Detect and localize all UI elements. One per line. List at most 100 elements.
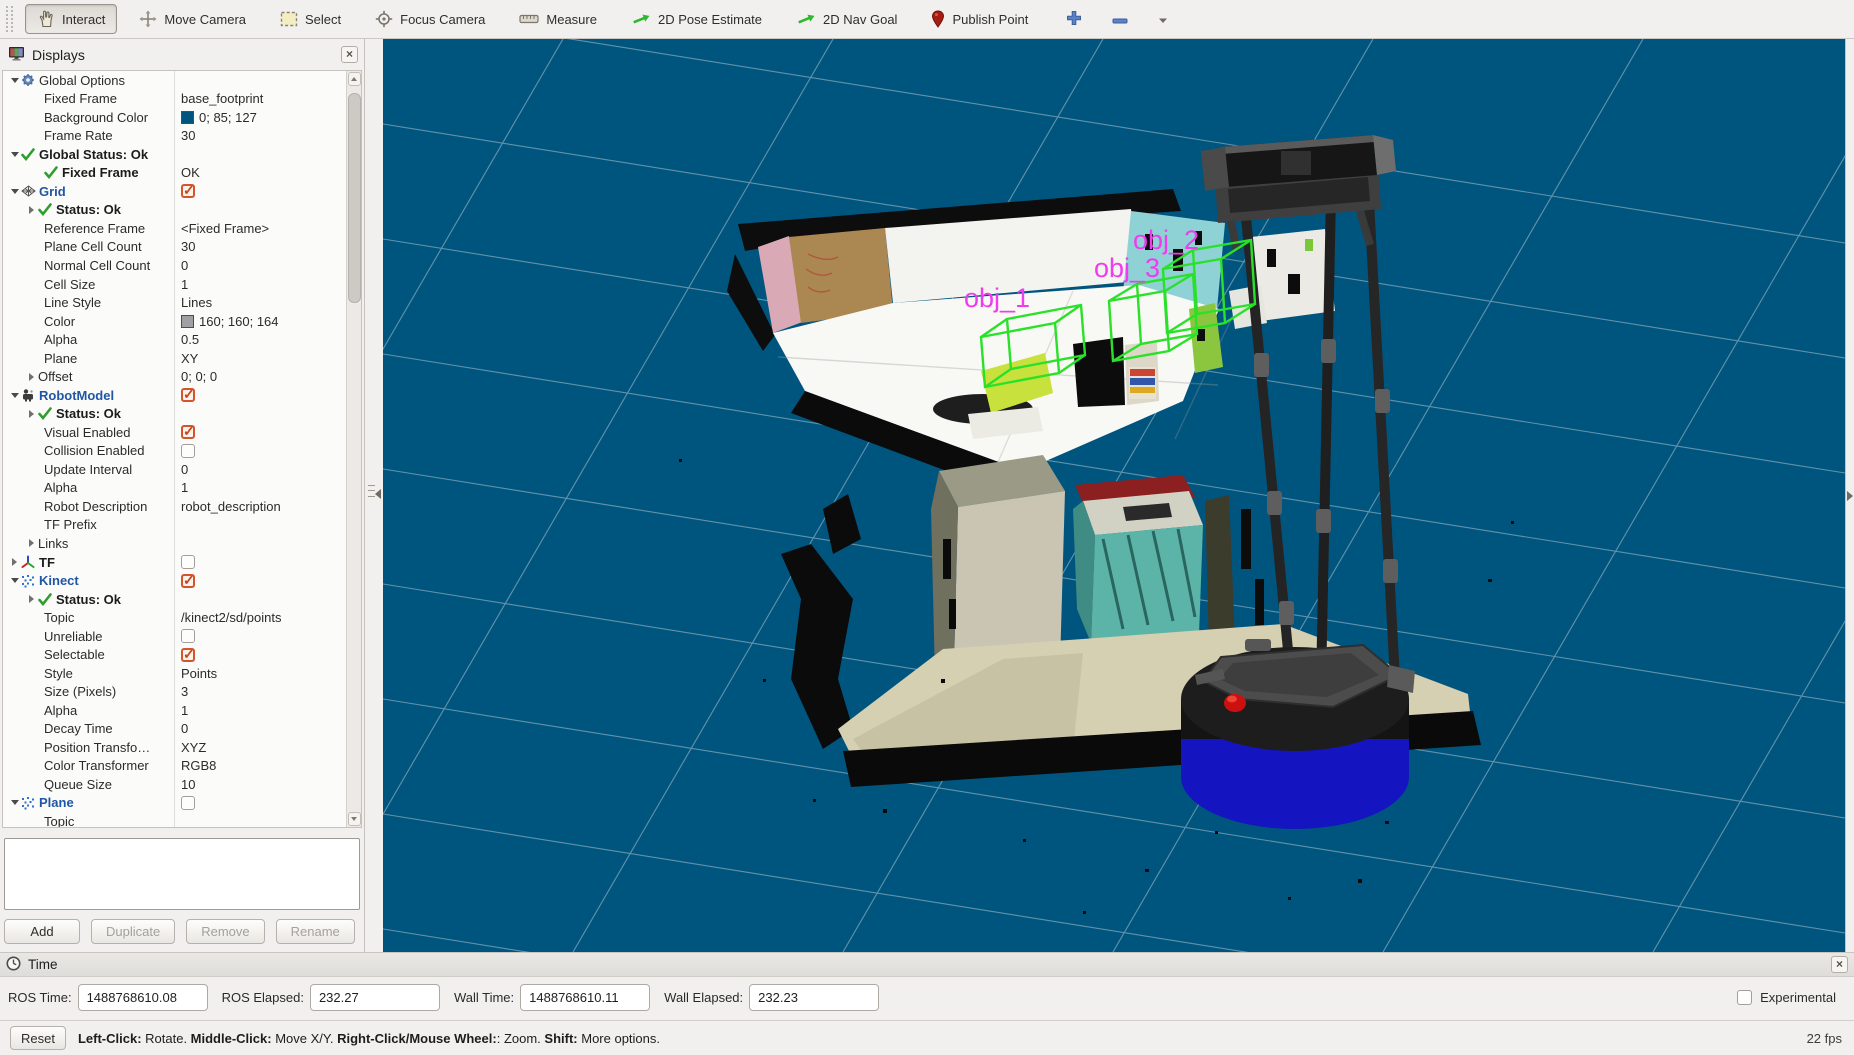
- remove-button[interactable]: Remove: [186, 919, 264, 944]
- tool-2d-pose-estimate[interactable]: 2D Pose Estimate: [619, 5, 774, 33]
- property-value[interactable]: RGB8: [181, 758, 216, 773]
- tool-publish-point[interactable]: Publish Point: [919, 4, 1040, 34]
- property-value[interactable]: <Fixed Frame>: [181, 221, 269, 236]
- tree-row[interactable]: Frame Rate30: [3, 127, 346, 146]
- expand-closed-icon[interactable]: [25, 410, 38, 418]
- tree-row[interactable]: Plane: [3, 794, 346, 813]
- add-button[interactable]: Add: [4, 919, 80, 944]
- expand-closed-icon[interactable]: [25, 595, 38, 603]
- tree-row[interactable]: Status: Ok: [3, 405, 346, 424]
- property-value[interactable]: 1: [181, 703, 188, 718]
- property-value[interactable]: base_footprint: [181, 91, 263, 106]
- property-value[interactable]: Points: [181, 666, 217, 681]
- row-checkbox[interactable]: [181, 425, 195, 439]
- tool-dropdown[interactable]: [1152, 8, 1174, 31]
- tree-row[interactable]: Color TransformerRGB8: [3, 757, 346, 776]
- add-tool-button[interactable]: [1060, 6, 1088, 33]
- reset-button[interactable]: Reset: [10, 1026, 66, 1050]
- expand-open-icon[interactable]: [8, 578, 21, 583]
- tree-row[interactable]: Normal Cell Count0: [3, 256, 346, 275]
- tree-row[interactable]: Grid: [3, 182, 346, 201]
- tree-row[interactable]: Robot Descriptionrobot_description: [3, 497, 346, 516]
- collapse-left-icon[interactable]: [375, 489, 381, 499]
- toolbar-drag-handle[interactable]: [6, 6, 13, 32]
- tree-row[interactable]: Alpha1: [3, 479, 346, 498]
- property-value[interactable]: 1: [181, 480, 188, 495]
- property-value[interactable]: 0; 0; 0: [181, 369, 217, 384]
- property-value[interactable]: 0.5: [181, 332, 199, 347]
- tree-row[interactable]: RobotModel: [3, 386, 346, 405]
- expand-closed-icon[interactable]: [8, 558, 21, 566]
- property-value[interactable]: 3: [181, 684, 188, 699]
- property-value[interactable]: 160; 160; 164: [199, 314, 279, 329]
- experimental-checkbox[interactable]: [1737, 990, 1752, 1005]
- tree-row[interactable]: Fixed Framebase_footprint: [3, 89, 346, 108]
- tree-row[interactable]: Position Transfo…XYZ: [3, 738, 346, 757]
- tree-row[interactable]: Background Color0; 85; 127: [3, 108, 346, 127]
- property-value[interactable]: XY: [181, 351, 198, 366]
- time-field-input[interactable]: 1488768610.11: [520, 984, 650, 1011]
- tree-row[interactable]: Unreliable: [3, 627, 346, 646]
- tree-row[interactable]: Topic/kinect2/sd/points: [3, 608, 346, 627]
- splitter-grip[interactable]: [368, 485, 375, 497]
- tree-row[interactable]: Links: [3, 534, 346, 553]
- tree-row[interactable]: Plane Cell Count30: [3, 238, 346, 257]
- tree-row[interactable]: Topic: [3, 812, 346, 827]
- 3d-viewport[interactable]: obj_1obj_2obj_3: [383, 39, 1845, 952]
- tree-row[interactable]: Kinect: [3, 571, 346, 590]
- tree-row[interactable]: Line StyleLines: [3, 293, 346, 312]
- tree-row[interactable]: StylePoints: [3, 664, 346, 683]
- tool-measure[interactable]: Measure: [507, 6, 609, 33]
- property-value[interactable]: Lines: [181, 295, 212, 310]
- collapse-right-icon[interactable]: [1847, 491, 1853, 501]
- property-value[interactable]: XYZ: [181, 740, 206, 755]
- tree-row[interactable]: Status: Ok: [3, 201, 346, 220]
- time-field-input[interactable]: 232.23: [749, 984, 879, 1011]
- tree-row[interactable]: Global Status: Ok: [3, 145, 346, 164]
- tree-row[interactable]: TF Prefix: [3, 516, 346, 535]
- property-value[interactable]: robot_description: [181, 499, 281, 514]
- property-value[interactable]: /kinect2/sd/points: [181, 610, 281, 625]
- scrollbar-thumb[interactable]: [348, 93, 361, 303]
- tree-row[interactable]: Reference Frame<Fixed Frame>: [3, 219, 346, 238]
- scroll-down-icon[interactable]: [348, 812, 361, 826]
- displays-close-button[interactable]: ×: [341, 46, 358, 63]
- tree-row[interactable]: Selectable: [3, 645, 346, 664]
- tree-row[interactable]: Color160; 160; 164: [3, 312, 346, 331]
- tree-row[interactable]: Cell Size1: [3, 275, 346, 294]
- tool-2d-nav-goal[interactable]: 2D Nav Goal: [784, 5, 909, 33]
- scroll-up-icon[interactable]: [348, 72, 361, 86]
- rename-button[interactable]: Rename: [276, 919, 355, 944]
- duplicate-button[interactable]: Duplicate: [91, 919, 175, 944]
- time-field-input[interactable]: 232.27: [310, 984, 440, 1011]
- property-value[interactable]: 0; 85; 127: [199, 110, 257, 125]
- property-value[interactable]: 30: [181, 128, 195, 143]
- time-field-input[interactable]: 1488768610.08: [78, 984, 208, 1011]
- row-checkbox[interactable]: [181, 555, 195, 569]
- tool-select[interactable]: Select: [268, 5, 353, 33]
- panel-splitter[interactable]: [365, 39, 383, 952]
- expand-open-icon[interactable]: [8, 393, 21, 398]
- expand-closed-icon[interactable]: [25, 206, 38, 214]
- tool-move-camera[interactable]: Move Camera: [127, 4, 258, 34]
- tree-row[interactable]: Alpha0.5: [3, 330, 346, 349]
- expand-open-icon[interactable]: [8, 800, 21, 805]
- tree-row[interactable]: Decay Time0: [3, 720, 346, 739]
- property-value[interactable]: 30: [181, 239, 195, 254]
- tree-row[interactable]: Update Interval0: [3, 460, 346, 479]
- tree-row[interactable]: Offset0; 0; 0: [3, 367, 346, 386]
- tree-row[interactable]: Global Options: [3, 71, 346, 90]
- tree-row[interactable]: PlaneXY: [3, 349, 346, 368]
- right-panel-splitter[interactable]: [1845, 39, 1854, 952]
- time-close-button[interactable]: ×: [1831, 956, 1848, 973]
- expand-open-icon[interactable]: [8, 152, 21, 157]
- tree-row[interactable]: Queue Size10: [3, 775, 346, 794]
- expand-closed-icon[interactable]: [25, 373, 38, 381]
- tree-row[interactable]: TF: [3, 553, 346, 572]
- color-swatch[interactable]: [181, 315, 194, 328]
- row-checkbox[interactable]: [181, 574, 195, 588]
- row-checkbox[interactable]: [181, 629, 195, 643]
- color-swatch[interactable]: [181, 111, 194, 124]
- tree-row[interactable]: Visual Enabled: [3, 423, 346, 442]
- displays-tree-scrollbar[interactable]: [346, 71, 361, 827]
